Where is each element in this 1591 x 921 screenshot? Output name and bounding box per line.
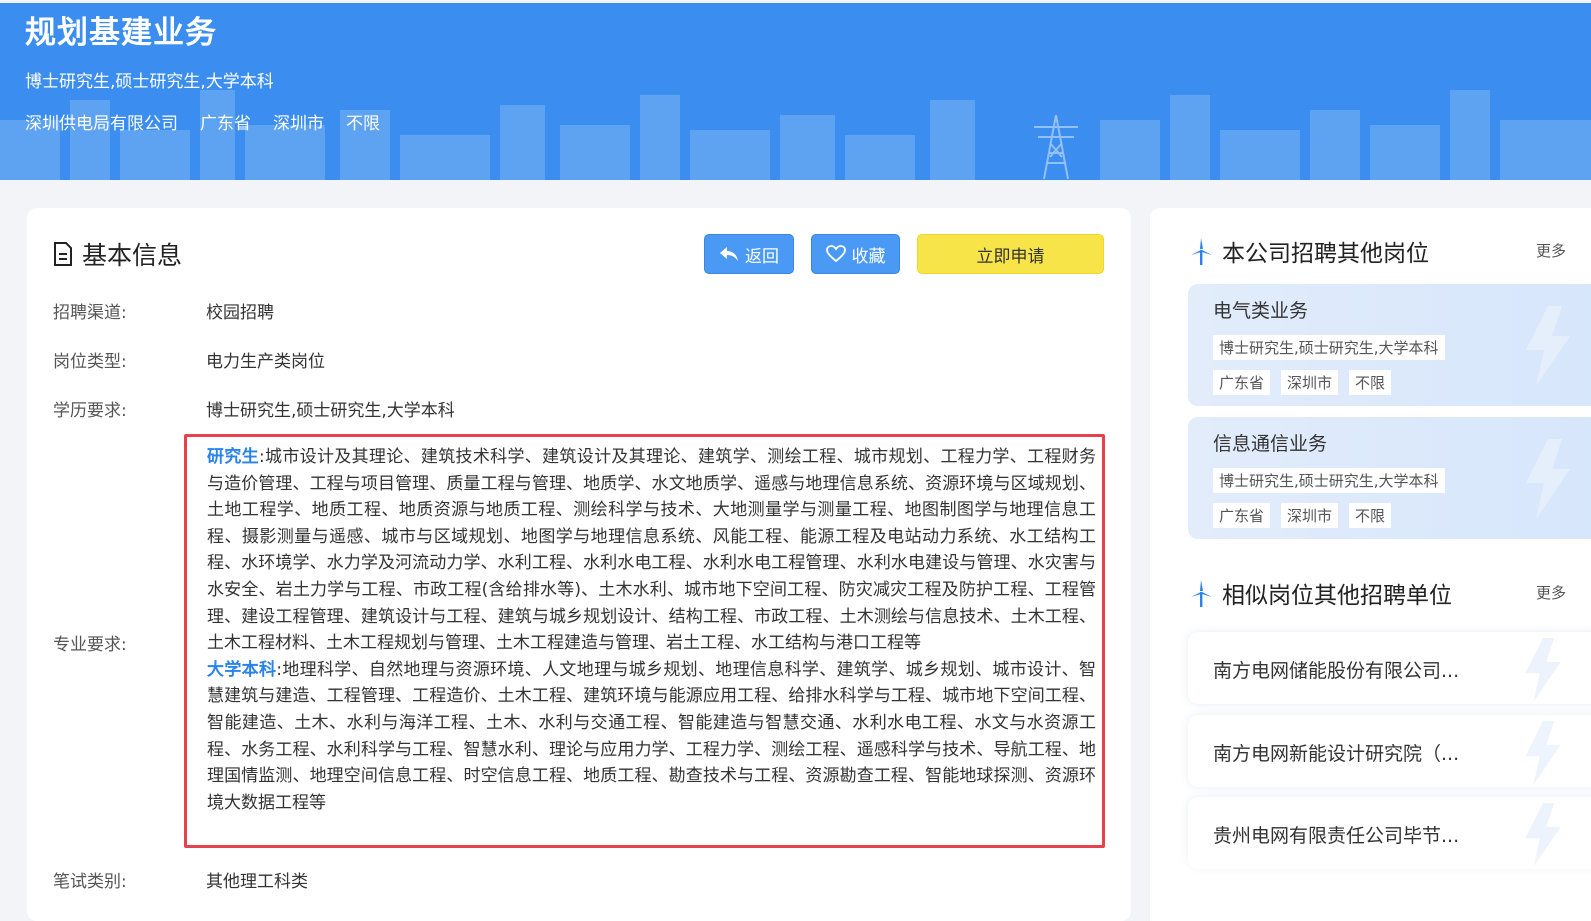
back-label: 返回	[745, 246, 779, 267]
favorite-label: 收藏	[851, 246, 886, 267]
education-chip: 博士研究生,硕士研究生,大学本科	[1213, 468, 1445, 493]
education-requirement: 博士研究生,硕士研究生,大学本科	[25, 72, 274, 92]
province-chip: 广东省	[1213, 370, 1271, 395]
other-requirement: 不限	[346, 114, 380, 134]
more-link-jobs[interactable]: 更多	[1536, 240, 1566, 261]
wind-turbine-icon	[1191, 580, 1212, 607]
job-title: 规划基建业务	[25, 15, 217, 51]
row-value: 校园招聘	[206, 303, 274, 323]
education-chip: 博士研究生,硕士研究生,大学本科	[1213, 335, 1445, 360]
row-value: 电力生产类岗位	[206, 352, 325, 372]
graduate-majors: :城市设计及其理论、建筑技术科学、建筑设计及其理论、建筑学、测绘工程、城市规划、…	[207, 447, 1097, 654]
sidebar: 本公司招聘其他岗位 更多 电气类业务 博士研究生,硕士研究生,大学本科 广东省 …	[1150, 208, 1591, 921]
heart-icon	[825, 245, 846, 263]
section-title: 基本信息	[82, 241, 183, 270]
job-card[interactable]: 电气类业务 博士研究生,硕士研究生,大学本科 广东省 深圳市 不限	[1188, 284, 1591, 406]
basic-info-card: 基本信息 返回 收藏 立即申请 招聘渠道: 校园招聘 岗位类型: 电力生产类岗位…	[27, 208, 1131, 921]
basic-info-header: 基本信息	[52, 236, 182, 272]
city-chip: 深圳市	[1281, 503, 1339, 528]
other-chip: 不限	[1349, 370, 1392, 395]
scroll-fade	[1150, 848, 1591, 921]
company-card-name: 南方电网新能设计研究院（...	[1213, 743, 1460, 765]
similar-units-header: 相似岗位其他招聘单位	[1188, 576, 1452, 610]
company-name[interactable]: 深圳供电局有限公司	[25, 109, 178, 134]
lightning-decoration-icon	[1526, 306, 1570, 386]
row-value: 博士研究生,硕士研究生,大学本科	[206, 401, 455, 421]
company-card[interactable]: 南方电网储能股份有限公司...	[1188, 632, 1591, 704]
apply-button[interactable]: 立即申请	[917, 234, 1104, 274]
similar-units-title: 相似岗位其他招聘单位	[1222, 583, 1452, 609]
row-label: 笔试类别:	[53, 872, 127, 892]
lightning-decoration-icon	[1526, 439, 1570, 519]
row-value: 其他理工科类	[206, 872, 308, 892]
back-arrow-icon	[720, 247, 738, 261]
row-label: 招聘渠道:	[53, 303, 127, 323]
document-icon	[54, 242, 72, 266]
apply-label: 立即申请	[976, 246, 1045, 267]
more-link-units[interactable]: 更多	[1536, 582, 1566, 603]
undergraduate-tag: 大学本科	[207, 659, 277, 680]
row-label: 专业要求:	[53, 635, 127, 655]
province-chip: 广东省	[1213, 503, 1271, 528]
company-card[interactable]: 南方电网新能设计研究院（...	[1188, 715, 1591, 787]
row-label: 岗位类型:	[53, 352, 127, 372]
graduate-tag: 研究生	[207, 447, 259, 467]
back-button[interactable]: 返回	[704, 234, 794, 274]
other-chip: 不限	[1349, 503, 1392, 528]
company-card-name: 贵州电网有限责任公司毕节...	[1213, 825, 1460, 847]
job-meta: 深圳供电局有限公司 广东省 深圳市 不限	[25, 109, 380, 134]
job-card[interactable]: 信息通信业务 博士研究生,硕士研究生,大学本科 广东省 深圳市 不限	[1188, 417, 1591, 539]
company-card-name: 南方电网储能股份有限公司...	[1213, 660, 1460, 682]
undergraduate-majors: :地理科学、自然地理与资源环境、人文地理与城乡规划、地理信息科学、建筑学、城乡规…	[207, 659, 1096, 813]
major-requirement-box: 研究生:城市设计及其理论、建筑技术科学、建筑设计及其理论、建筑学、测绘工程、城市…	[184, 434, 1105, 848]
job-banner: 规划基建业务 博士研究生,硕士研究生,大学本科 深圳供电局有限公司 广东省 深圳…	[0, 3, 1591, 180]
lightning-decoration-icon	[1525, 721, 1561, 785]
other-jobs-title: 本公司招聘其他岗位	[1222, 241, 1429, 267]
province: 广东省	[200, 114, 251, 134]
job-card-title: 信息通信业务	[1213, 433, 1328, 455]
row-label: 学历要求:	[53, 401, 127, 421]
city: 深圳市	[273, 114, 324, 134]
job-card-title: 电气类业务	[1213, 300, 1309, 322]
city-chip: 深圳市	[1281, 370, 1339, 395]
other-jobs-header: 本公司招聘其他岗位	[1188, 234, 1429, 268]
wind-turbine-icon	[1191, 238, 1212, 265]
power-tower-decoration	[1034, 114, 1078, 180]
favorite-button[interactable]: 收藏	[811, 234, 900, 274]
lightning-decoration-icon	[1525, 638, 1561, 702]
